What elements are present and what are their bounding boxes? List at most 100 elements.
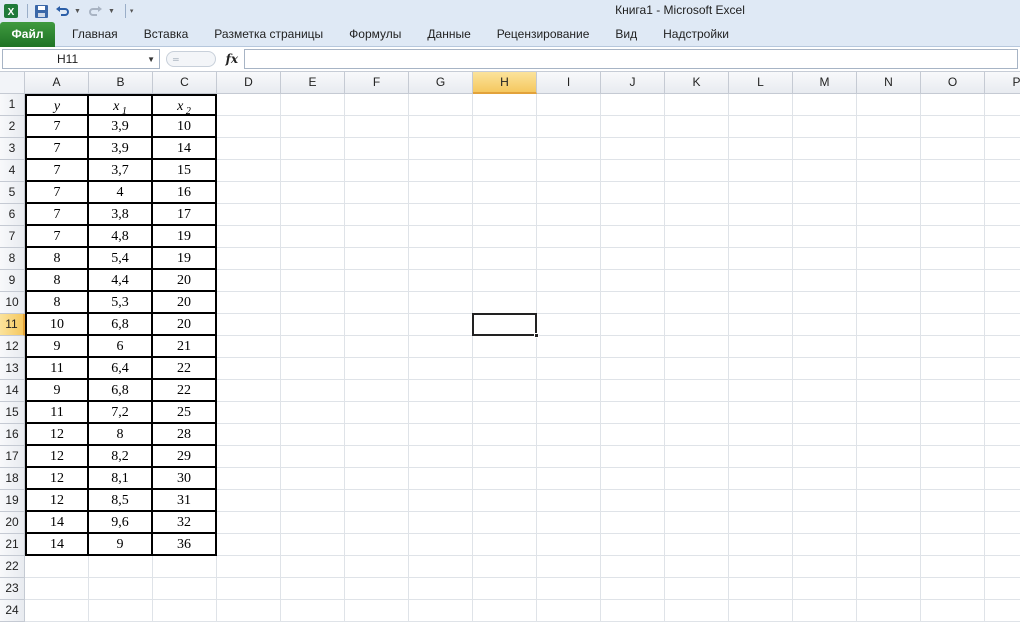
cell-o7[interactable] bbox=[921, 226, 985, 248]
cell-k1[interactable] bbox=[665, 94, 729, 116]
cell-p19[interactable] bbox=[985, 490, 1020, 512]
cell-n10[interactable] bbox=[857, 292, 921, 314]
cell-h9[interactable] bbox=[473, 270, 537, 292]
cell-k7[interactable] bbox=[665, 226, 729, 248]
cell-o20[interactable] bbox=[921, 512, 985, 534]
row-header-22[interactable]: 22 bbox=[0, 556, 25, 578]
cell-e17[interactable] bbox=[281, 446, 345, 468]
cell-b9[interactable]: 4,4 bbox=[89, 270, 153, 292]
cell-h13[interactable] bbox=[473, 358, 537, 380]
cell-b16[interactable]: 8 bbox=[89, 424, 153, 446]
cell-e12[interactable] bbox=[281, 336, 345, 358]
column-header-i[interactable]: I bbox=[537, 72, 601, 94]
cell-a16[interactable]: 12 bbox=[25, 424, 89, 446]
cell-b2[interactable]: 3,9 bbox=[89, 116, 153, 138]
row-header-20[interactable]: 20 bbox=[0, 512, 25, 534]
cell-f8[interactable] bbox=[345, 248, 409, 270]
column-header-g[interactable]: G bbox=[409, 72, 473, 94]
cell-j24[interactable] bbox=[601, 600, 665, 622]
cell-p9[interactable] bbox=[985, 270, 1020, 292]
cell-j13[interactable] bbox=[601, 358, 665, 380]
cell-i4[interactable] bbox=[537, 160, 601, 182]
cell-l4[interactable] bbox=[729, 160, 793, 182]
cell-l7[interactable] bbox=[729, 226, 793, 248]
cell-j8[interactable] bbox=[601, 248, 665, 270]
cell-o5[interactable] bbox=[921, 182, 985, 204]
cell-j2[interactable] bbox=[601, 116, 665, 138]
column-header-h[interactable]: H bbox=[473, 72, 537, 94]
cell-i2[interactable] bbox=[537, 116, 601, 138]
cell-m2[interactable] bbox=[793, 116, 857, 138]
cell-m4[interactable] bbox=[793, 160, 857, 182]
cell-m14[interactable] bbox=[793, 380, 857, 402]
cell-h12[interactable] bbox=[473, 336, 537, 358]
cell-l5[interactable] bbox=[729, 182, 793, 204]
cell-h20[interactable] bbox=[473, 512, 537, 534]
cell-m9[interactable] bbox=[793, 270, 857, 292]
cell-n1[interactable] bbox=[857, 94, 921, 116]
cell-b13[interactable]: 6,4 bbox=[89, 358, 153, 380]
cell-a8[interactable]: 8 bbox=[25, 248, 89, 270]
cell-d12[interactable] bbox=[217, 336, 281, 358]
cell-b23[interactable] bbox=[89, 578, 153, 600]
cell-m16[interactable] bbox=[793, 424, 857, 446]
cell-j4[interactable] bbox=[601, 160, 665, 182]
cell-f22[interactable] bbox=[345, 556, 409, 578]
cell-l14[interactable] bbox=[729, 380, 793, 402]
formula-bar-grip-icon[interactable]: ═ bbox=[166, 51, 216, 67]
cell-b8[interactable]: 5,4 bbox=[89, 248, 153, 270]
cell-p2[interactable] bbox=[985, 116, 1020, 138]
cell-m6[interactable] bbox=[793, 204, 857, 226]
cell-e4[interactable] bbox=[281, 160, 345, 182]
column-header-o[interactable]: O bbox=[921, 72, 985, 94]
cell-h19[interactable] bbox=[473, 490, 537, 512]
column-header-c[interactable]: C bbox=[153, 72, 217, 94]
fill-handle[interactable] bbox=[534, 333, 539, 338]
cell-a18[interactable]: 12 bbox=[25, 468, 89, 490]
cell-i9[interactable] bbox=[537, 270, 601, 292]
row-header-8[interactable]: 8 bbox=[0, 248, 25, 270]
cell-c13[interactable]: 22 bbox=[153, 358, 217, 380]
cell-d6[interactable] bbox=[217, 204, 281, 226]
cell-b10[interactable]: 5,3 bbox=[89, 292, 153, 314]
cell-i13[interactable] bbox=[537, 358, 601, 380]
row-header-10[interactable]: 10 bbox=[0, 292, 25, 314]
cell-a7[interactable]: 7 bbox=[25, 226, 89, 248]
cell-o11[interactable] bbox=[921, 314, 985, 336]
cell-e18[interactable] bbox=[281, 468, 345, 490]
column-header-k[interactable]: K bbox=[665, 72, 729, 94]
cell-h3[interactable] bbox=[473, 138, 537, 160]
row-header-4[interactable]: 4 bbox=[0, 160, 25, 182]
cell-c20[interactable]: 32 bbox=[153, 512, 217, 534]
cell-o1[interactable] bbox=[921, 94, 985, 116]
cell-b7[interactable]: 4,8 bbox=[89, 226, 153, 248]
cell-m7[interactable] bbox=[793, 226, 857, 248]
cell-o15[interactable] bbox=[921, 402, 985, 424]
cell-l6[interactable] bbox=[729, 204, 793, 226]
cell-m21[interactable] bbox=[793, 534, 857, 556]
cell-o14[interactable] bbox=[921, 380, 985, 402]
tab-data[interactable]: Данные bbox=[414, 22, 483, 47]
cell-f24[interactable] bbox=[345, 600, 409, 622]
cell-i8[interactable] bbox=[537, 248, 601, 270]
cell-b15[interactable]: 7,2 bbox=[89, 402, 153, 424]
cell-c12[interactable]: 21 bbox=[153, 336, 217, 358]
cell-n8[interactable] bbox=[857, 248, 921, 270]
cell-h2[interactable] bbox=[473, 116, 537, 138]
cell-e9[interactable] bbox=[281, 270, 345, 292]
cell-c16[interactable]: 28 bbox=[153, 424, 217, 446]
cell-g24[interactable] bbox=[409, 600, 473, 622]
cell-a12[interactable]: 9 bbox=[25, 336, 89, 358]
cell-a3[interactable]: 7 bbox=[25, 138, 89, 160]
cell-h17[interactable] bbox=[473, 446, 537, 468]
cell-i16[interactable] bbox=[537, 424, 601, 446]
cell-l20[interactable] bbox=[729, 512, 793, 534]
cell-m5[interactable] bbox=[793, 182, 857, 204]
cell-e13[interactable] bbox=[281, 358, 345, 380]
cell-i15[interactable] bbox=[537, 402, 601, 424]
cell-i19[interactable] bbox=[537, 490, 601, 512]
cell-b20[interactable]: 9,6 bbox=[89, 512, 153, 534]
cell-a1[interactable]: y bbox=[25, 94, 89, 116]
cell-n4[interactable] bbox=[857, 160, 921, 182]
cell-g3[interactable] bbox=[409, 138, 473, 160]
